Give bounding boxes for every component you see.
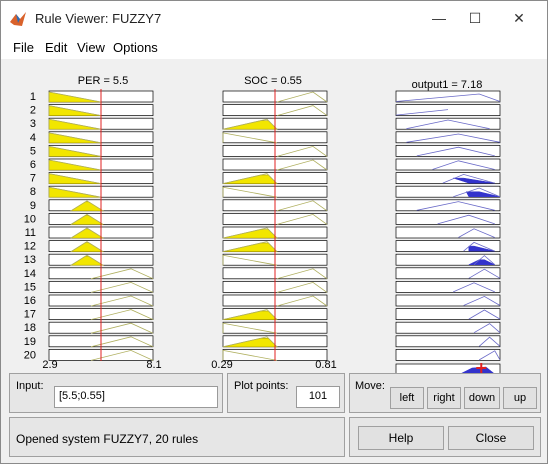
maximize-button[interactable]: ☐ bbox=[457, 5, 493, 31]
move-right-button[interactable]: right bbox=[427, 387, 461, 409]
rule-diagram[interactable]: 1234567891011121314151617181920 bbox=[1, 67, 547, 373]
rule-number: 4 bbox=[30, 132, 36, 144]
rule-number: 9 bbox=[30, 200, 36, 212]
buttons-frame: Help Close bbox=[349, 417, 541, 457]
per-max-label: 8.1 bbox=[146, 359, 162, 371]
plot-points-label: Plot points: bbox=[234, 380, 289, 392]
rule-plot-area: PER = 5.5 SOC = 0.55 output1 = 7.18 1234… bbox=[1, 67, 547, 373]
menu-file[interactable]: File bbox=[13, 40, 34, 55]
move-frame: Move: left right down up bbox=[349, 373, 541, 413]
window-title: Rule Viewer: FUZZY7 bbox=[35, 11, 162, 26]
rule-number: 17 bbox=[24, 309, 36, 321]
rule-number: 19 bbox=[24, 336, 36, 348]
help-button[interactable]: Help bbox=[358, 426, 444, 450]
output-mf-box bbox=[395, 145, 501, 157]
rule-number: 11 bbox=[25, 227, 36, 239]
rule-number: 8 bbox=[30, 186, 36, 198]
minimize-button[interactable]: — bbox=[421, 5, 457, 31]
rule-number: 15 bbox=[24, 281, 36, 293]
plot-points-frame: Plot points: 101 bbox=[227, 373, 345, 413]
rule-viewer-window: Rule Viewer: FUZZY7 — ☐ ✕ File Edit View… bbox=[0, 0, 548, 464]
output-mf-box bbox=[395, 226, 501, 239]
move-left-button[interactable]: left bbox=[390, 387, 424, 409]
menu-options[interactable]: Options bbox=[113, 40, 158, 55]
output-mf-box bbox=[395, 213, 501, 225]
status-frame: Opened system FUZZY7, 20 rules bbox=[9, 417, 345, 457]
rule-number: 10 bbox=[24, 213, 36, 225]
input-label: Input: bbox=[16, 380, 44, 392]
input-frame: Input: [5.5;0.55] bbox=[9, 373, 223, 413]
rule-number: 16 bbox=[24, 295, 36, 307]
matlab-app-icon bbox=[10, 12, 26, 26]
rule-number: 3 bbox=[30, 118, 36, 130]
output-mf-box bbox=[395, 104, 501, 116]
menu-bar: File Edit View Options bbox=[1, 37, 547, 59]
rule-number: 13 bbox=[24, 254, 36, 266]
toolstrip-divider bbox=[1, 59, 547, 67]
move-label: Move: bbox=[355, 380, 385, 392]
status-text: Opened system FUZZY7, 20 rules bbox=[16, 432, 199, 446]
plot-points-field[interactable]: 101 bbox=[296, 386, 340, 408]
rule-number: 2 bbox=[30, 105, 36, 117]
rule-number: 14 bbox=[24, 268, 36, 280]
rule-number: 18 bbox=[24, 322, 36, 334]
menu-view[interactable]: View bbox=[77, 40, 105, 55]
per-min-label: 2.9 bbox=[42, 359, 58, 371]
output-mf-box bbox=[395, 349, 501, 361]
output-mf-box bbox=[395, 199, 501, 212]
soc-min-label: 0.29 bbox=[211, 359, 233, 371]
rule-number: 12 bbox=[24, 241, 36, 253]
move-up-button[interactable]: up bbox=[503, 387, 537, 409]
rule-number: 7 bbox=[30, 173, 36, 185]
rule-number: 6 bbox=[30, 159, 36, 171]
input-vector-field[interactable]: [5.5;0.55] bbox=[54, 386, 218, 408]
close-window-button[interactable]: ✕ bbox=[501, 5, 537, 31]
output-mf-box bbox=[395, 321, 501, 334]
move-down-button[interactable]: down bbox=[464, 387, 500, 409]
soc-max-label: 0.81 bbox=[315, 359, 337, 371]
rule-number: 5 bbox=[30, 145, 36, 157]
rule-number: 1 bbox=[30, 91, 36, 103]
menu-edit[interactable]: Edit bbox=[45, 40, 67, 55]
control-panels: Input: [5.5;0.55] Plot points: 101 Move:… bbox=[9, 373, 541, 459]
title-bar: Rule Viewer: FUZZY7 — ☐ ✕ bbox=[1, 1, 547, 37]
output-mf-box bbox=[395, 281, 501, 293]
close-button[interactable]: Close bbox=[448, 426, 534, 450]
